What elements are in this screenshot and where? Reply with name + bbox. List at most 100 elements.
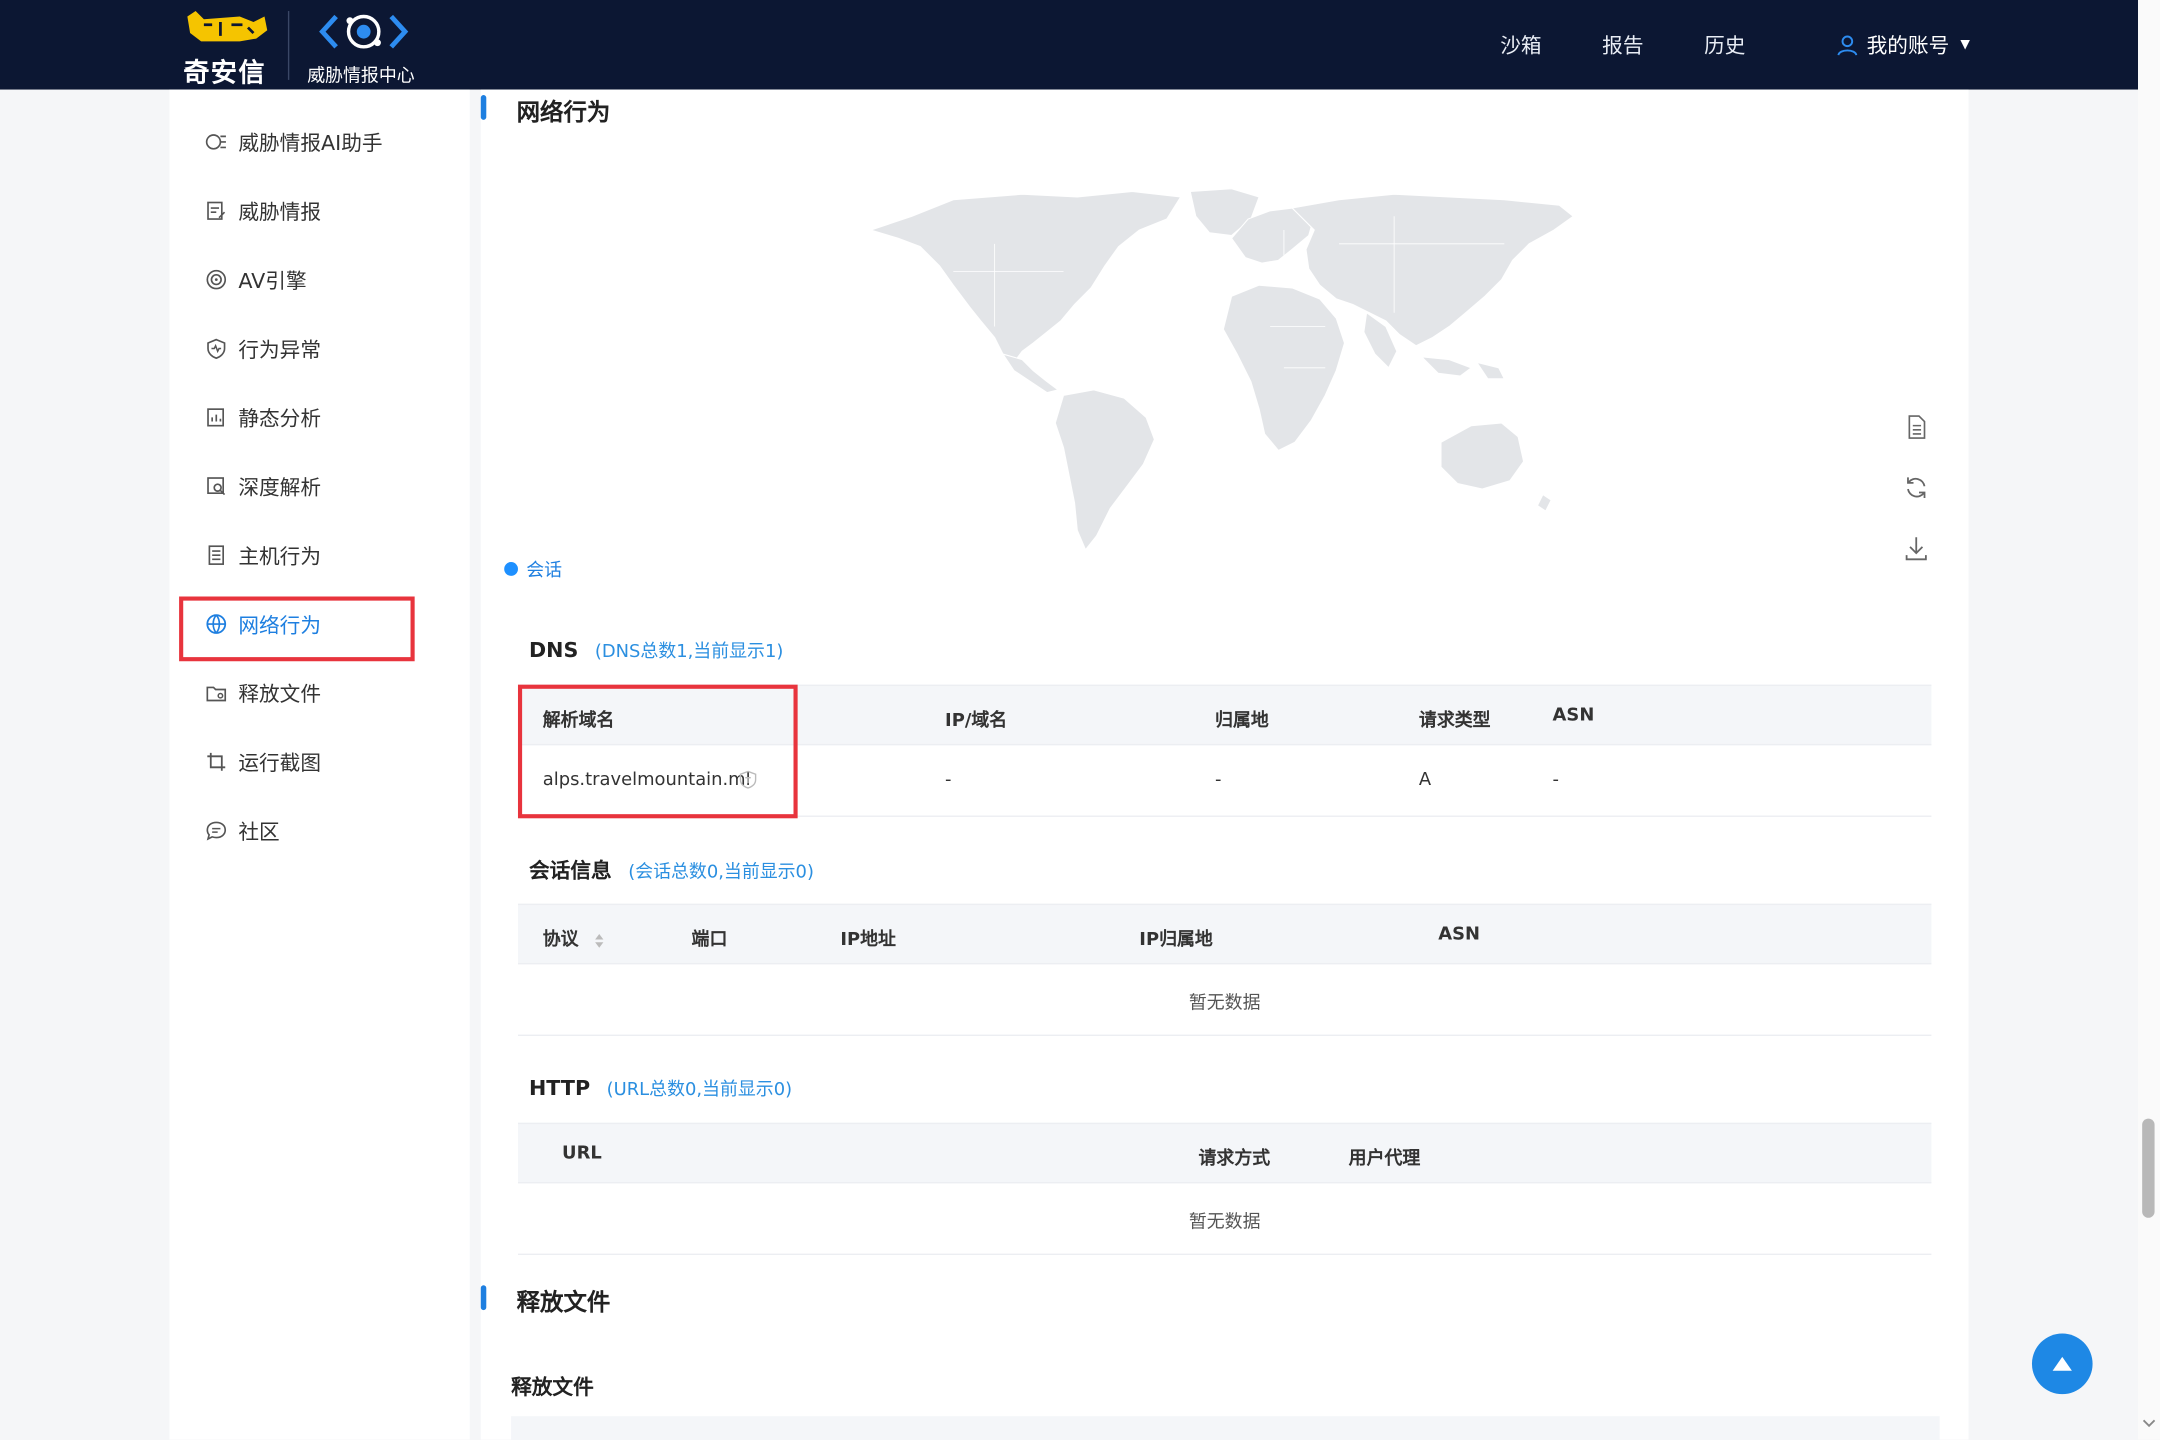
scrollbar-track[interactable] xyxy=(2138,0,2160,1440)
map-legend[interactable]: 会话 xyxy=(504,555,562,581)
dns-title: DNS xyxy=(528,637,579,663)
sidebar-item-community[interactable]: 社区 xyxy=(205,814,280,847)
dns-ip: - xyxy=(945,770,952,791)
image-search-icon xyxy=(207,477,226,496)
host-icon xyxy=(208,545,224,565)
user-icon xyxy=(1837,34,1858,55)
legend-dot xyxy=(504,561,518,576)
section-marker xyxy=(480,1285,487,1311)
column-header[interactable]: IP地址 xyxy=(840,924,896,951)
nav-report[interactable]: 报告 xyxy=(1602,30,1643,59)
empty-row: 暂无数据 xyxy=(517,1183,1932,1255)
product-name: 威胁情报中心 xyxy=(307,66,415,87)
sidebar-item-av-engine[interactable]: AV引擎 xyxy=(205,263,307,296)
http-title: HTTP xyxy=(528,1075,591,1101)
empty-row: 暂无数据 xyxy=(517,964,1932,1036)
sidebar-item-label: 威胁情报AI助手 xyxy=(238,130,383,155)
brain-icon xyxy=(205,134,226,150)
session-heading: 会话信息 (会话总数0,当前显示0) xyxy=(529,855,814,884)
released-files-subtitle: 释放文件 xyxy=(511,1374,594,1400)
section-title-released: 释放文件 xyxy=(516,1289,611,1317)
caret-down-icon: ▼ xyxy=(1960,37,1970,52)
target-icon xyxy=(206,269,227,290)
sidebar-item-label: 释放文件 xyxy=(238,681,322,707)
dns-location: - xyxy=(1215,770,1222,791)
refresh-icon[interactable] xyxy=(1902,474,1930,502)
account-label: 我的账号 xyxy=(1866,33,1950,58)
sidebar-item-label: 行为异常 xyxy=(238,336,322,362)
column-header[interactable]: URL xyxy=(562,1143,602,1164)
column-header[interactable]: 请求类型 xyxy=(1419,705,1491,732)
table-header: 协议 端口 IP地址 IP归属地 ASN xyxy=(517,903,1932,965)
tiger-logo-icon xyxy=(187,11,268,42)
sort-icon[interactable] xyxy=(593,932,604,949)
column-header[interactable]: ASN xyxy=(1438,924,1480,945)
column-header[interactable]: 端口 xyxy=(692,924,728,951)
sidebar-item-label: 深度解析 xyxy=(238,474,322,500)
account-menu[interactable]: 我的账号 ▼ xyxy=(1836,30,1970,59)
active-item-highlight xyxy=(179,596,415,662)
sidebar-item-threat-intel[interactable]: 威胁情报 xyxy=(205,194,321,227)
http-heading: HTTP (URL总数0,当前显示0) xyxy=(529,1075,792,1101)
dns-count: (DNS总数1,当前显示1) xyxy=(594,641,784,663)
column-header[interactable]: ASN xyxy=(1553,705,1595,726)
sidebar-item-label: 运行截图 xyxy=(238,750,322,775)
http-table: URL 请求方式 用户代理 暂无数据 xyxy=(517,1122,1932,1255)
ti-center-icon xyxy=(319,14,409,49)
legend-label: 会话 xyxy=(526,560,563,582)
column-header[interactable]: 用户代理 xyxy=(1349,1143,1421,1170)
column-header[interactable]: IP归属地 xyxy=(1139,924,1213,951)
file-chart-icon xyxy=(207,408,224,427)
sidebar-item-host-behavior[interactable]: 主机行为 xyxy=(205,539,321,572)
sidebar-item-label: 社区 xyxy=(238,818,280,844)
crop-icon xyxy=(207,752,226,771)
sidebar-item-label: AV引擎 xyxy=(238,267,307,293)
top-navigation-bar: 奇安信 威胁情报中心 沙箱 报告 历史 我的账号 ▼ xyxy=(0,0,2139,90)
session-title: 会话信息 xyxy=(528,858,612,884)
scroll-down-icon[interactable] xyxy=(2142,1416,2156,1430)
nav-history[interactable]: 历史 xyxy=(1704,30,1745,59)
section-title-network: 网络行为 xyxy=(516,99,611,127)
empty-text: 暂无数据 xyxy=(1188,993,1261,1014)
dns-domain-highlight xyxy=(517,684,798,819)
section-marker xyxy=(480,95,487,120)
sidebar-item-screenshots[interactable]: 运行截图 xyxy=(205,745,321,778)
data-view-icon[interactable] xyxy=(1902,413,1930,441)
world-map[interactable] xyxy=(870,188,1579,558)
session-table: 协议 端口 IP地址 IP归属地 ASN 暂无数据 xyxy=(517,903,1932,1036)
arrow-up-icon xyxy=(2052,1356,2072,1371)
empty-text: 暂无数据 xyxy=(1188,1212,1261,1233)
dns-request-type: A xyxy=(1418,770,1432,791)
column-header[interactable]: 归属地 xyxy=(1215,705,1269,732)
sidebar-item-label: 静态分析 xyxy=(238,405,322,431)
shield-pulse-icon xyxy=(207,338,226,360)
column-header-label: 协议 xyxy=(542,929,579,951)
sidebar: 威胁情报AI助手 威胁情报 AV引擎 行为异常 静态分析 深度解析 主机行为 网… xyxy=(169,89,470,1440)
chat-icon xyxy=(206,821,227,841)
logo-divider xyxy=(287,11,290,80)
nav-sandbox[interactable]: 沙箱 xyxy=(1500,30,1541,59)
sidebar-item-label: 主机行为 xyxy=(238,543,322,569)
column-header[interactable]: IP/域名 xyxy=(945,705,1007,732)
http-count: (URL总数0,当前显示0) xyxy=(606,1080,793,1101)
sidebar-item-ai-assistant[interactable]: 威胁情报AI助手 xyxy=(205,125,383,158)
sidebar-item-released-files[interactable]: 释放文件 xyxy=(205,676,321,709)
sidebar-item-behavior-anomaly[interactable]: 行为异常 xyxy=(205,332,321,365)
qianxin-logo[interactable]: 奇安信 xyxy=(182,8,273,88)
threat-intel-center-logo[interactable]: 威胁情报中心 xyxy=(306,6,430,87)
sidebar-item-static-analysis[interactable]: 静态分析 xyxy=(205,401,321,434)
dns-asn: - xyxy=(1552,770,1560,791)
folder-icon xyxy=(206,686,227,702)
back-to-top-button[interactable] xyxy=(2031,1333,2093,1395)
brand-text: 奇安信 xyxy=(183,57,266,89)
session-count: (会话总数0,当前显示0) xyxy=(628,862,814,884)
dns-heading: DNS (DNS总数1,当前显示1) xyxy=(528,636,784,663)
sidebar-item-deep-analysis[interactable]: 深度解析 xyxy=(205,470,321,503)
column-header[interactable]: 请求方式 xyxy=(1199,1143,1271,1170)
column-header-protocol[interactable]: 协议 xyxy=(542,924,604,951)
scrollbar-thumb[interactable] xyxy=(2142,1118,2155,1218)
released-files-table-header xyxy=(511,1416,1940,1440)
sidebar-item-label: 威胁情报 xyxy=(238,199,322,224)
table-header: URL 请求方式 用户代理 xyxy=(517,1122,1932,1184)
download-icon[interactable] xyxy=(1902,535,1930,563)
